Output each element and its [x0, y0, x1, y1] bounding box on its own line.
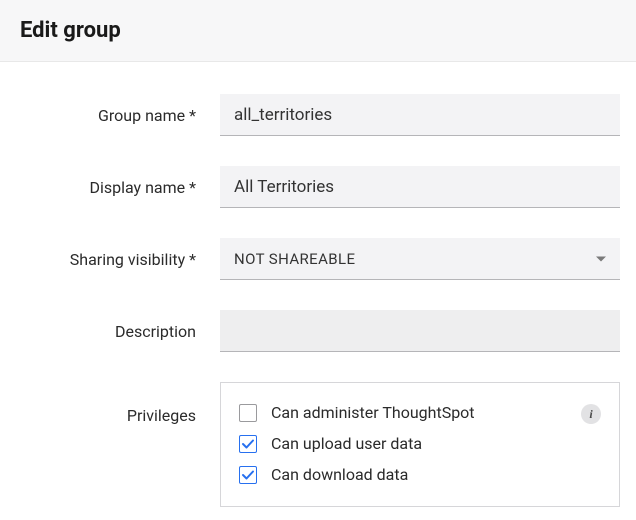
sharing-visibility-field-col: NOT SHAREABLE	[220, 238, 636, 280]
description-label: Description	[0, 322, 220, 341]
privileges-field-col: Can administer ThoughtSpot i Can upload …	[220, 382, 636, 507]
sharing-visibility-label: Sharing visibility *	[0, 250, 220, 269]
privilege-checkbox-upload[interactable]	[239, 435, 257, 453]
chevron-down-icon	[596, 257, 606, 262]
group-name-input[interactable]	[220, 94, 620, 136]
sharing-visibility-row: Sharing visibility * NOT SHAREABLE	[0, 238, 636, 280]
privilege-item-upload: Can upload user data	[239, 434, 601, 453]
description-field-col	[220, 310, 636, 352]
display-name-label: Display name *	[0, 178, 220, 197]
privilege-item-download: Can download data	[239, 465, 601, 484]
privilege-label-upload: Can upload user data	[271, 434, 422, 453]
description-input[interactable]	[220, 310, 620, 352]
page-title: Edit group	[20, 18, 616, 43]
description-row: Description	[0, 310, 636, 352]
group-name-row: Group name *	[0, 94, 636, 136]
privilege-label-download: Can download data	[271, 465, 408, 484]
privilege-label-administer: Can administer ThoughtSpot	[271, 403, 475, 422]
privilege-checkbox-administer[interactable]	[239, 404, 257, 422]
privilege-checkbox-download[interactable]	[239, 466, 257, 484]
check-icon	[241, 468, 255, 482]
privileges-box: Can administer ThoughtSpot i Can upload …	[220, 382, 620, 507]
sharing-visibility-select[interactable]: NOT SHAREABLE	[220, 238, 620, 280]
dialog-header: Edit group	[0, 0, 636, 62]
privilege-item-administer: Can administer ThoughtSpot i	[239, 403, 601, 422]
edit-group-form: Group name * Display name * Sharing visi…	[0, 62, 636, 507]
check-icon	[241, 437, 255, 451]
group-name-label: Group name *	[0, 106, 220, 125]
sharing-visibility-selected: NOT SHAREABLE	[234, 250, 355, 268]
privileges-row: Privileges Can administer ThoughtSpot i …	[0, 382, 636, 507]
privileges-label: Privileges	[0, 382, 220, 425]
info-icon[interactable]: i	[581, 404, 601, 424]
display-name-field-col	[220, 166, 636, 208]
display-name-input[interactable]	[220, 166, 620, 208]
group-name-field-col	[220, 94, 636, 136]
display-name-row: Display name *	[0, 166, 636, 208]
sharing-visibility-select-wrap: NOT SHAREABLE	[220, 238, 620, 280]
